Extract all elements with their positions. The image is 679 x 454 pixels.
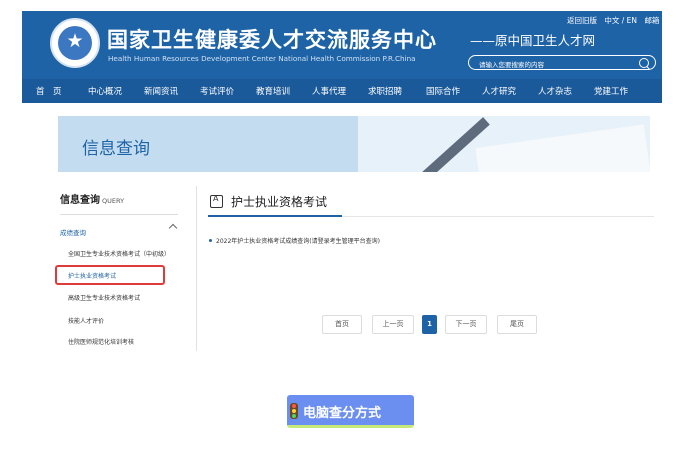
page-banner: 信息查询: [58, 116, 650, 172]
method-badge: 电脑查分方式: [287, 395, 414, 428]
nav-magazine[interactable]: 人才杂志: [538, 85, 572, 97]
nav-training[interactable]: 教育培训: [256, 85, 290, 97]
pager-next[interactable]: 下一页: [445, 315, 487, 334]
exam-doc-icon: [210, 194, 223, 208]
sidebar-item-junior-exam[interactable]: 全国卫生专业技术资格考试（中初级）: [68, 249, 170, 258]
nav-about[interactable]: 中心概况: [88, 85, 122, 97]
nav-exam[interactable]: 考试评价: [200, 85, 234, 97]
site-header: ★ 国家卫生健康委人才交流服务中心 Health Human Resources…: [22, 11, 662, 79]
sidebar-item-senior-exam[interactable]: 高级卫生专业技术资格考试: [68, 293, 140, 302]
pager-current[interactable]: 1: [422, 315, 437, 334]
site-title: 国家卫生健康委人才交流服务中心: [107, 28, 437, 52]
emblem-logo-icon[interactable]: ★: [50, 18, 100, 68]
site-title-en: Health Human Resources Development Cente…: [108, 54, 416, 63]
search-icon[interactable]: [639, 58, 649, 68]
website-screenshot: ★ 国家卫生健康委人才交流服务中心 Health Human Resources…: [22, 11, 662, 353]
nav-home[interactable]: 首 页: [36, 85, 62, 97]
sidebar-item-residency[interactable]: 住院医师规范化培训考核: [68, 337, 134, 346]
nav-news[interactable]: 新闻资讯: [144, 85, 178, 97]
result-link[interactable]: 2022年护士执业资格考试成绩查询(请登录考生管理平台查询): [216, 236, 380, 245]
old-version-link[interactable]: 返回旧版: [567, 16, 597, 25]
banner-title: 信息查询: [82, 139, 150, 159]
traffic-light-icon: [290, 403, 298, 419]
top-links: 返回旧版 中文 / EN 邮箱: [562, 15, 659, 26]
search-placeholder: 请输入您要搜索的内容: [479, 61, 544, 69]
badge-text: 电脑查分方式: [303, 406, 382, 421]
pager-prev[interactable]: 上一页: [372, 315, 414, 334]
nav-jobs[interactable]: 求职招聘: [368, 85, 402, 97]
chevron-up-icon[interactable]: [168, 223, 178, 233]
pager-last[interactable]: 尾页: [497, 315, 537, 334]
sidebar-divider: [60, 214, 178, 215]
pager-first[interactable]: 首页: [322, 315, 362, 334]
content-title: 护士执业资格考试: [231, 195, 328, 209]
search-input[interactable]: 请输入您要搜索的内容: [468, 55, 656, 70]
nav-personnel[interactable]: 人事代理: [312, 85, 346, 97]
language-link[interactable]: 中文 / EN: [604, 16, 637, 25]
sidebar-item-skills[interactable]: 技能人才评价: [68, 316, 104, 325]
mail-link[interactable]: 邮箱: [644, 16, 659, 25]
site-subtitle: ——原中国卫生人才网: [470, 33, 596, 48]
nav-party[interactable]: 党建工作: [594, 85, 628, 97]
highlight-box: [55, 265, 165, 285]
nav-international[interactable]: 国际合作: [426, 85, 460, 97]
sidebar-title-en: QUERY: [102, 197, 125, 205]
sidebar-category[interactable]: 成绩查询: [60, 227, 86, 237]
main-nav: 首 页 中心概况 新闻资讯 考试评价 教育培训 人事代理 求职招聘 国际合作 人…: [22, 79, 662, 103]
nav-research[interactable]: 人才研究: [482, 85, 516, 97]
sidebar-title: 信息查询 QUERY: [60, 195, 125, 206]
